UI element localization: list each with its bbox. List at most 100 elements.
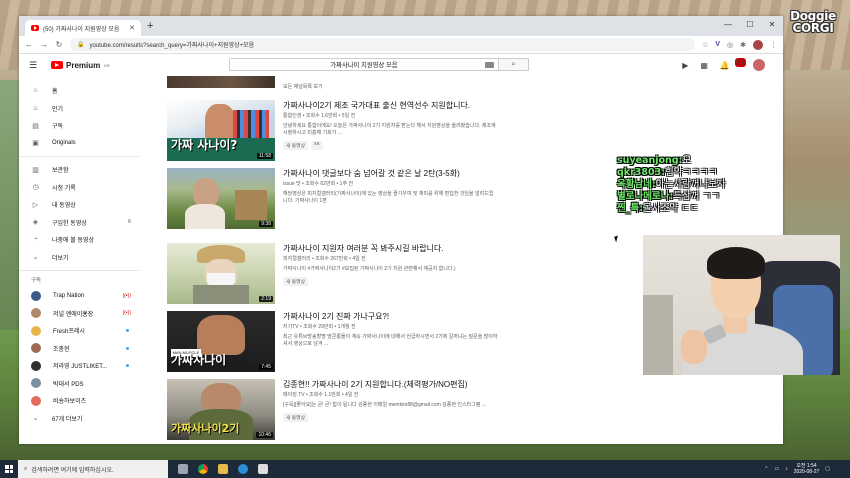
- video-thumbnail[interactable]: 9:38: [167, 168, 275, 229]
- keyboard-icon[interactable]: [485, 62, 494, 68]
- channel-avatar: [31, 325, 41, 336]
- sidebar-item-watch-later[interactable]: ◔ 나중에 볼 동영상: [19, 231, 139, 249]
- video-description-line: 가짜사나이 #가짜사나이2기 #모집된 가짜사나이 2기 지원 관련해서 재공지…: [283, 266, 456, 272]
- video-title[interactable]: 가짜사나이 댓글보다 숨 넘어갈 것 같은 날 2탄(3-5화): [283, 168, 573, 179]
- windows-logo-icon: [5, 465, 13, 473]
- sidebar-channel-2[interactable]: 저널 엔에이홍장 ((•)): [19, 305, 139, 323]
- close-window-button[interactable]: ✕: [761, 16, 783, 36]
- video-info: 가짜사나이 2기 진짜 가나구요?! 지기TV • 조회수 29만회 • 1개월…: [283, 311, 573, 348]
- tab-close-icon[interactable]: ✕: [129, 24, 135, 32]
- start-button[interactable]: [0, 460, 18, 478]
- paint-icon[interactable]: [258, 464, 268, 474]
- browser-tab[interactable]: (50) 가짜사나이 지원영상 모음 ✕: [25, 20, 141, 36]
- maximize-button[interactable]: ☐: [739, 16, 761, 36]
- video-thumbnail[interactable]: 2:19: [167, 243, 275, 304]
- url-bar[interactable]: 🔒 youtube.com/results?search_query=가짜사나이…: [70, 38, 696, 51]
- notifications-badge: 9+: [734, 57, 746, 67]
- address-bar-row: ← → ↻ 🔒 youtube.com/results?search_query…: [19, 36, 783, 54]
- forward-arrow-icon[interactable]: →: [40, 40, 48, 49]
- volume-icon[interactable]: ♪: [785, 466, 788, 472]
- edge-icon[interactable]: [238, 464, 248, 474]
- sidebar-item-label: 시청 기록: [52, 185, 76, 192]
- chevron-down-icon: ⌄: [32, 415, 39, 423]
- sidebar-channel-7[interactable]: 비숑하보이즈: [19, 392, 139, 410]
- youtube-sidebar: ⌂ 홈 ♨ 인기 ▤ 구독 ▣ Originals ▥ 보관함 ◷ 시청 기록 …: [19, 76, 139, 444]
- back-arrow-icon[interactable]: ←: [25, 40, 33, 49]
- library-icon: ▥: [32, 166, 39, 174]
- video-title[interactable]: 가짜사나이 2기 진짜 가나구요?!: [283, 311, 573, 322]
- window-controls: — ☐ ✕: [717, 16, 783, 36]
- subscriptions-icon: ▤: [32, 122, 39, 130]
- video-title[interactable]: 가짜사나이2기 제조 국가대표 출신 현역선수 지원합니다.: [283, 100, 573, 111]
- hamburger-menu-icon[interactable]: ☰: [29, 60, 41, 71]
- video-result[interactable]: 가짜사나이2기 10:46 김종현!! 가짜사나이 2기 지원합니다.(체력평가…: [167, 379, 597, 441]
- channel-name: 비숑하보이즈: [53, 399, 87, 406]
- chat-text: 오: [682, 155, 692, 166]
- search-query-text: 가짜사나이 지원영상 모음: [330, 62, 398, 69]
- create-video-icon[interactable]: ▶: [682, 61, 688, 70]
- video-thumbnail[interactable]: 가짜사나이2기 10:46: [167, 379, 275, 440]
- notifications-bell-icon[interactable]: 🔔 9+: [720, 57, 746, 70]
- sidebar-item-history[interactable]: ◷ 시청 기록: [19, 179, 139, 197]
- sidebar-item-my-videos[interactable]: ▷ 내 동영상: [19, 196, 139, 214]
- menu-kebab-icon[interactable]: ⋮: [770, 41, 777, 49]
- network-icon[interactable]: ▭: [774, 466, 779, 472]
- video-thumbnail[interactable]: 가짜 사나이? 11:58: [167, 100, 275, 161]
- extension-v-icon[interactable]: V: [715, 41, 720, 48]
- video-thumbnail[interactable]: MAN MUSCLE 가짜사나이 7:45: [167, 311, 275, 372]
- chrome-icon[interactable]: [198, 464, 208, 474]
- video-result[interactable]: 2:19 가짜사나이 지원자 여러분 꼭 봐주시길 바랍니다. 피지컬갤러리 •…: [167, 243, 597, 305]
- search-icon: ⌕: [24, 465, 28, 472]
- apps-grid-icon[interactable]: ▦: [700, 61, 708, 70]
- tray-chevron-icon[interactable]: ⌃: [764, 466, 768, 472]
- subscriptions-header: 구독: [31, 278, 42, 284]
- search-input[interactable]: 가짜사나이 지원영상 모음: [229, 58, 499, 71]
- sidebar-channel-5[interactable]: 저라영 JUSTLIKET...: [19, 357, 139, 375]
- new-video-badge: 새 동영상: [283, 413, 308, 422]
- chat-username: 옥황남네:: [617, 179, 656, 190]
- sidebar-channel-3[interactable]: Fresh프레시: [19, 322, 139, 340]
- bookmark-star-icon[interactable]: ☆: [702, 41, 708, 49]
- youtube-logo[interactable]: Premium KR: [51, 61, 110, 70]
- sidebar-item-purchases[interactable]: ◈ 구입한 동영상 6: [19, 214, 139, 232]
- minimize-button[interactable]: —: [717, 16, 739, 36]
- sidebar-item-home[interactable]: ⌂ 홈: [19, 82, 139, 100]
- sidebar-show-more-channels[interactable]: ⌄ 67개 더보기: [19, 410, 139, 428]
- partial-result-thumbnail[interactable]: [167, 76, 275, 88]
- taskbar-search-box[interactable]: ⌕ 검색하려면 여기에 입력하십시오.: [18, 460, 168, 478]
- new-tab-button[interactable]: +: [147, 20, 153, 32]
- fire-icon: ♨: [32, 105, 39, 113]
- extension-circle-icon[interactable]: ◎: [727, 41, 733, 49]
- video-title[interactable]: 가짜사나이 지원자 여러분 꼭 봐주시길 바랍니다.: [283, 243, 573, 254]
- video-result[interactable]: 가짜 사나이? 11:58 가짜사나이2기 제조 국가대표 출신 현역선수 지원…: [167, 100, 597, 162]
- sidebar-item-show-more[interactable]: ⌄ 더보기: [19, 249, 139, 267]
- sidebar-item-subscriptions[interactable]: ▤ 구독: [19, 117, 139, 135]
- chevron-down-icon: ⌄: [32, 254, 39, 262]
- sidebar-item-originals[interactable]: ▣ Originals: [19, 135, 139, 153]
- account-avatar[interactable]: [753, 59, 765, 71]
- task-view-icon[interactable]: [178, 464, 188, 474]
- chat-text: 올사조약 ㄷㄷ: [643, 203, 699, 214]
- sidebar-item-library[interactable]: ▥ 보관함: [19, 161, 139, 179]
- sidebar-channel-4[interactable]: 조충현: [19, 340, 139, 358]
- video-title[interactable]: 김종현!! 가짜사나이 2기 지원합니다.(체력평가/NO편집): [283, 379, 573, 390]
- sidebar-channel-trap-nation[interactable]: Trap Nation ((•)): [19, 287, 139, 305]
- video-description: [구독][좋아요]는 큰! 큰! 힘이 됩니다 김종현 이메일 memkim88…: [283, 402, 573, 409]
- browser-window: (50) 가짜사나이 지원영상 모음 ✕ + — ☐ ✕ ← → ↻ 🔒 you…: [19, 16, 783, 444]
- reload-icon[interactable]: ↻: [55, 40, 63, 49]
- search-button[interactable]: ⌕: [499, 58, 529, 71]
- file-explorer-icon[interactable]: [218, 464, 228, 474]
- profile-avatar[interactable]: [753, 39, 763, 50]
- sidebar-item-trending[interactable]: ♨ 인기: [19, 100, 139, 118]
- video-result[interactable]: MAN MUSCLE 가짜사나이 7:45 가짜사나이 2기 진짜 가나구요?!…: [167, 311, 597, 373]
- thumbnail-caption: 가짜사나이2기: [171, 422, 240, 435]
- webcam-shelf: [643, 295, 673, 375]
- notification-center-icon[interactable]: ▢: [825, 466, 830, 472]
- video-result[interactable]: 9:38 가짜사나이 댓글보다 숨 넘어갈 것 같은 날 2탄(3-5화) is…: [167, 168, 597, 230]
- sidebar-channel-6[interactable]: 박대서 PDS: [19, 375, 139, 393]
- originals-icon: ▣: [32, 140, 39, 148]
- extensions-puzzle-icon[interactable]: ✱: [740, 41, 746, 49]
- video-description: 해당영상은 피지컬갤러리(가짜사나이)에 있는 영상을 즐기우여 및 재미를 위…: [283, 191, 573, 205]
- taskbar-clock[interactable]: 오전 1:54 2020-08-27: [794, 463, 820, 475]
- youtube-play-icon: [51, 61, 63, 69]
